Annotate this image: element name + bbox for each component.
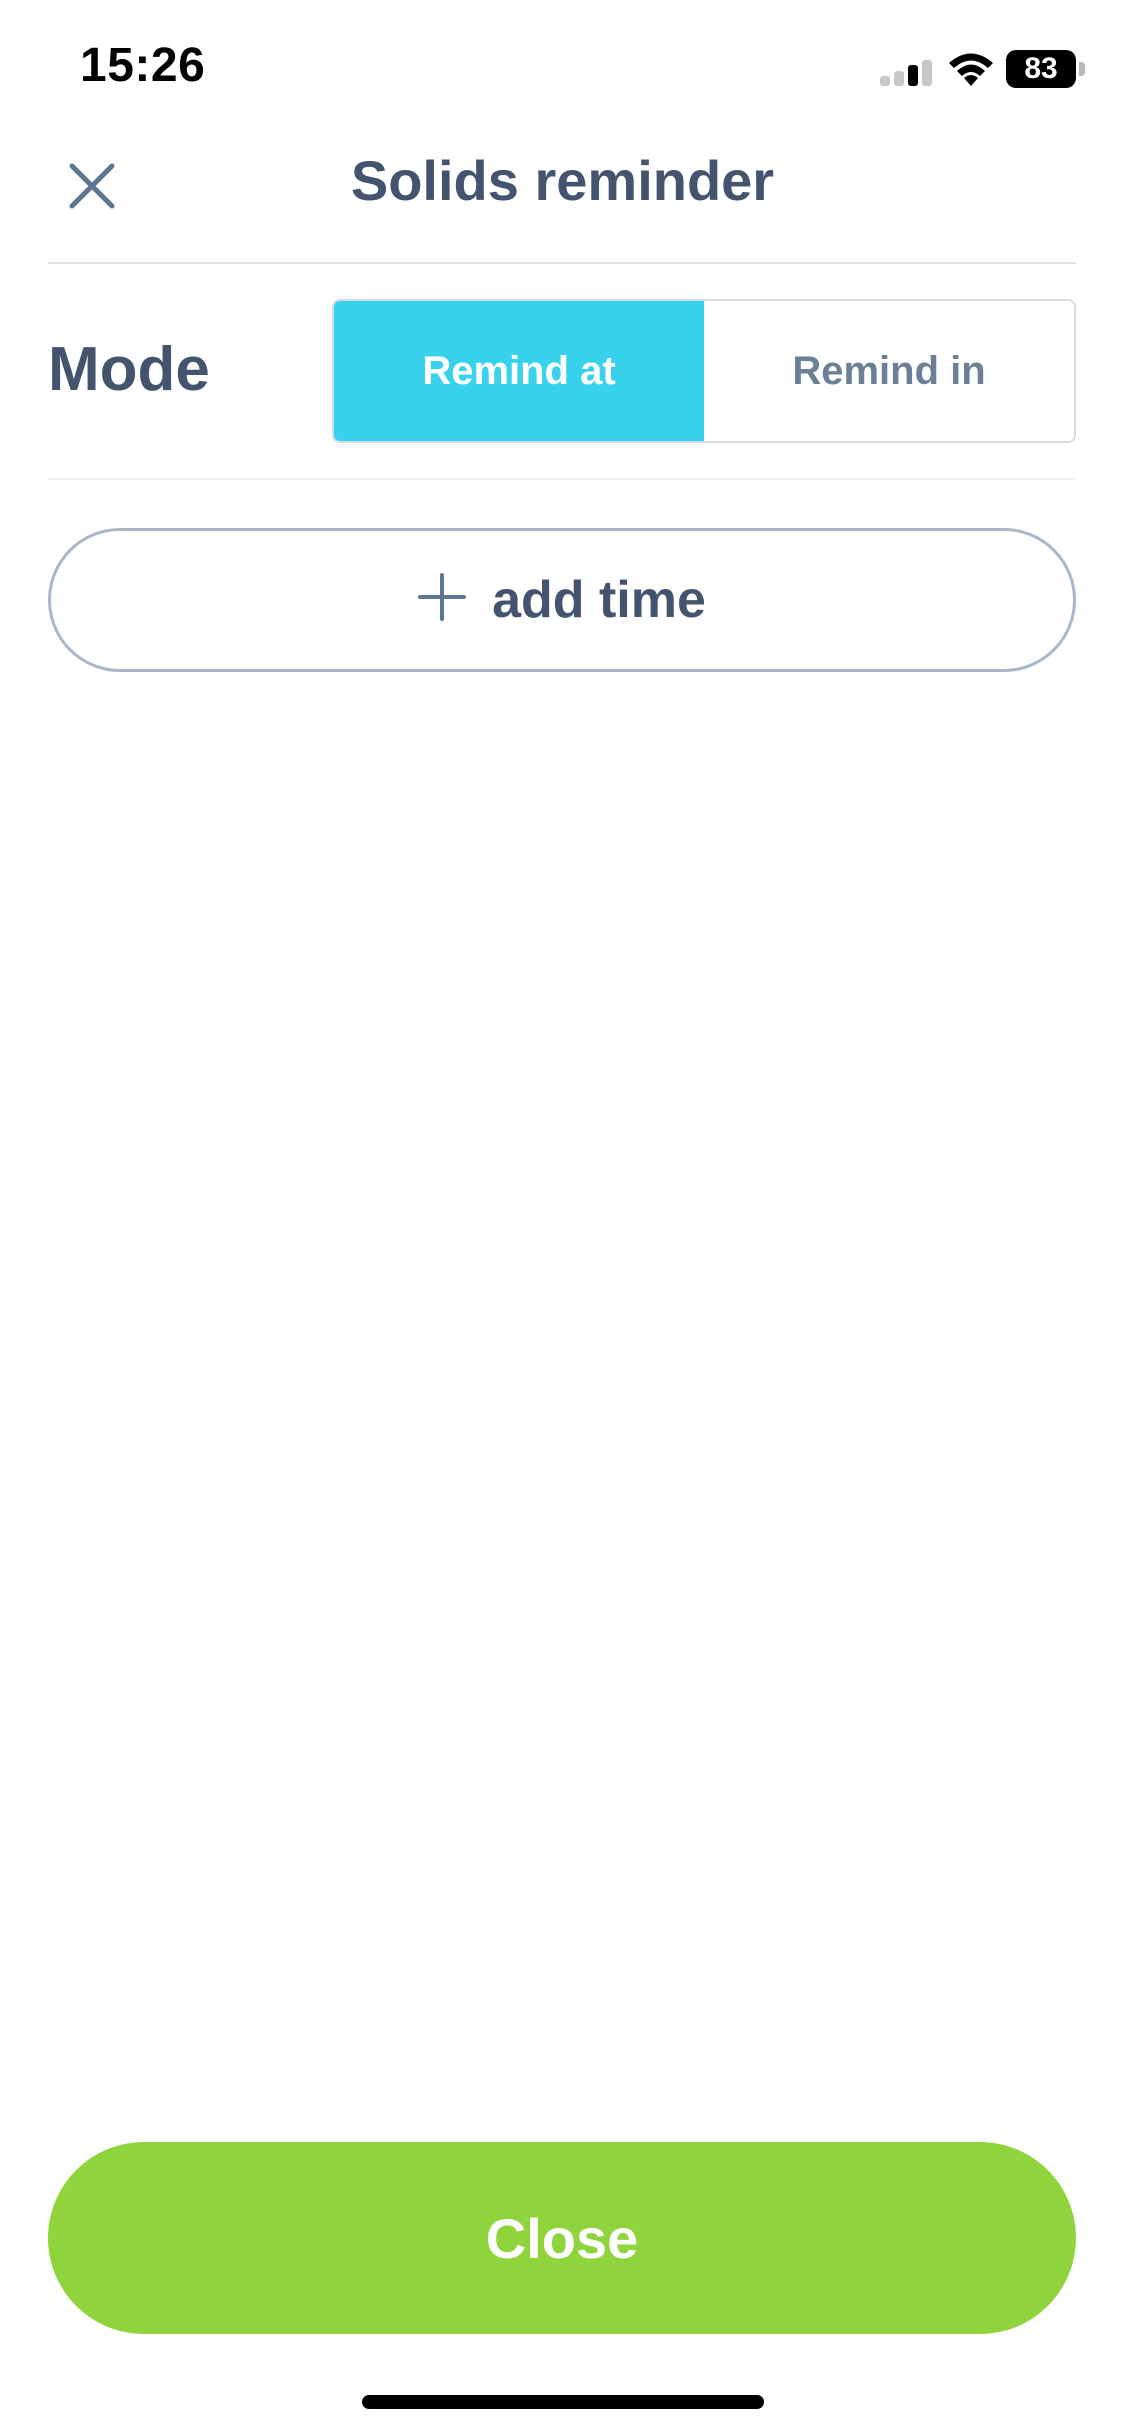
mode-label: Mode	[48, 335, 210, 404]
signal-icon	[880, 60, 932, 86]
mode-divider	[48, 478, 1076, 480]
plus-icon	[418, 573, 467, 621]
mode-segmented-control: Remind at Remind in	[332, 299, 1076, 443]
header-divider	[48, 262, 1076, 264]
battery-icon: 83	[1006, 50, 1086, 88]
status-bar: 15:26 83	[0, 0, 1125, 140]
mode-option-remind-in[interactable]: Remind in	[704, 301, 1074, 441]
page-title: Solids reminder	[350, 149, 775, 212]
wifi-icon	[949, 53, 993, 86]
add-time-button[interactable]: add time	[48, 528, 1076, 672]
close-button[interactable]: Close	[48, 2142, 1076, 2334]
solids-reminder-screen: 15:26 83 Solids reminder Mode Remind at …	[0, 0, 1125, 2436]
status-time: 15:26	[80, 39, 206, 92]
header: Solids reminder	[0, 140, 1125, 264]
mode-option-remind-at[interactable]: Remind at	[334, 301, 704, 441]
battery-tip	[1079, 62, 1085, 76]
home-indicator[interactable]	[362, 2395, 764, 2409]
battery-level: 83	[1006, 50, 1076, 88]
add-time-label: add time	[492, 571, 706, 629]
